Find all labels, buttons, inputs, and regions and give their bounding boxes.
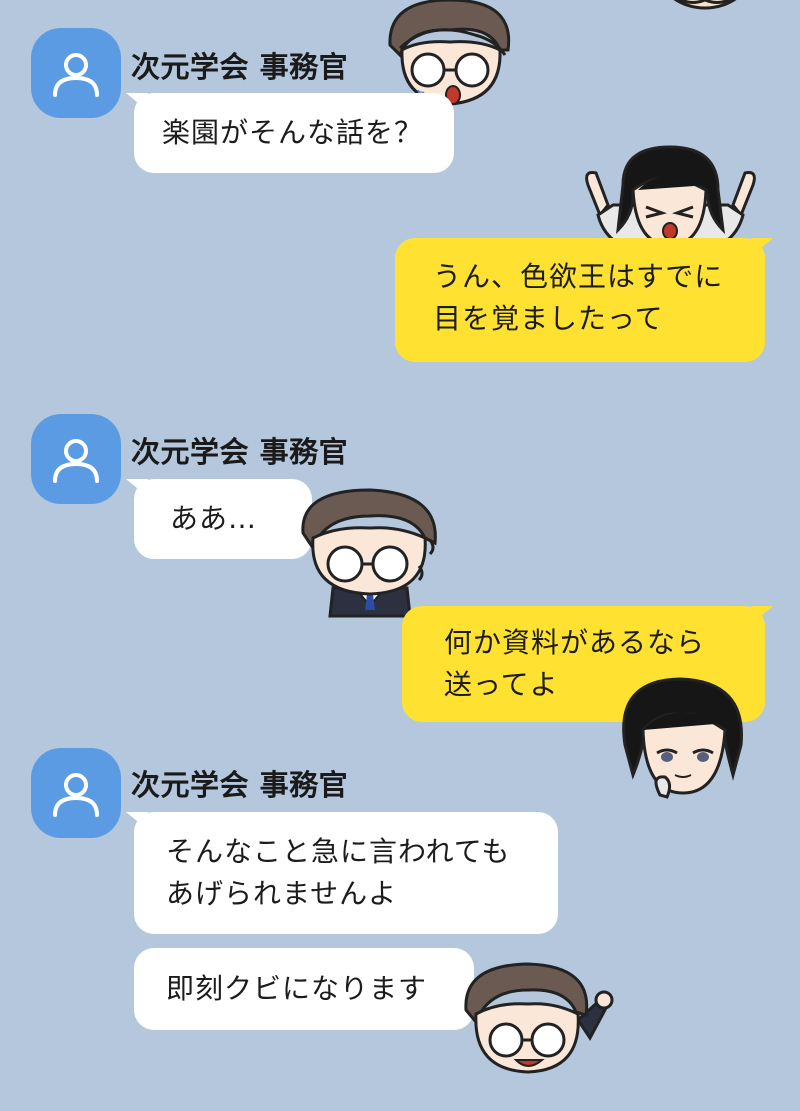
user-icon (53, 773, 99, 817)
message-bubble[interactable]: ああ… (134, 479, 312, 559)
avatar[interactable] (31, 28, 121, 118)
sender-name: 次元学会 事務官 (131, 435, 349, 469)
sticker-glasses-waving (458, 960, 618, 1080)
avatar[interactable] (31, 414, 121, 504)
sender-name: 次元学会 事務官 (131, 50, 349, 84)
sticker-dark-hair-smug (615, 675, 750, 805)
sticker-glasses-suit (295, 488, 455, 618)
message-bubble[interactable]: そんなこと急に言われても あげられませんよ (134, 812, 558, 934)
sender-name: 次元学会 事務官 (131, 768, 349, 802)
sticker-partial-top (650, 0, 760, 15)
avatar[interactable] (31, 748, 121, 838)
chat-screen: 次元学会 事務官 楽園がそんな話を？ うん、色欲王はすでに 目を覚ましたって 次… (0, 0, 800, 1111)
user-icon (53, 439, 99, 483)
message-bubble[interactable]: うん、色欲王はすでに 目を覚ましたって (395, 238, 765, 362)
message-bubble[interactable]: 楽園がそんな話を？ (134, 93, 454, 173)
user-icon (53, 53, 99, 97)
message-bubble[interactable]: 即刻クビになります (134, 948, 474, 1030)
